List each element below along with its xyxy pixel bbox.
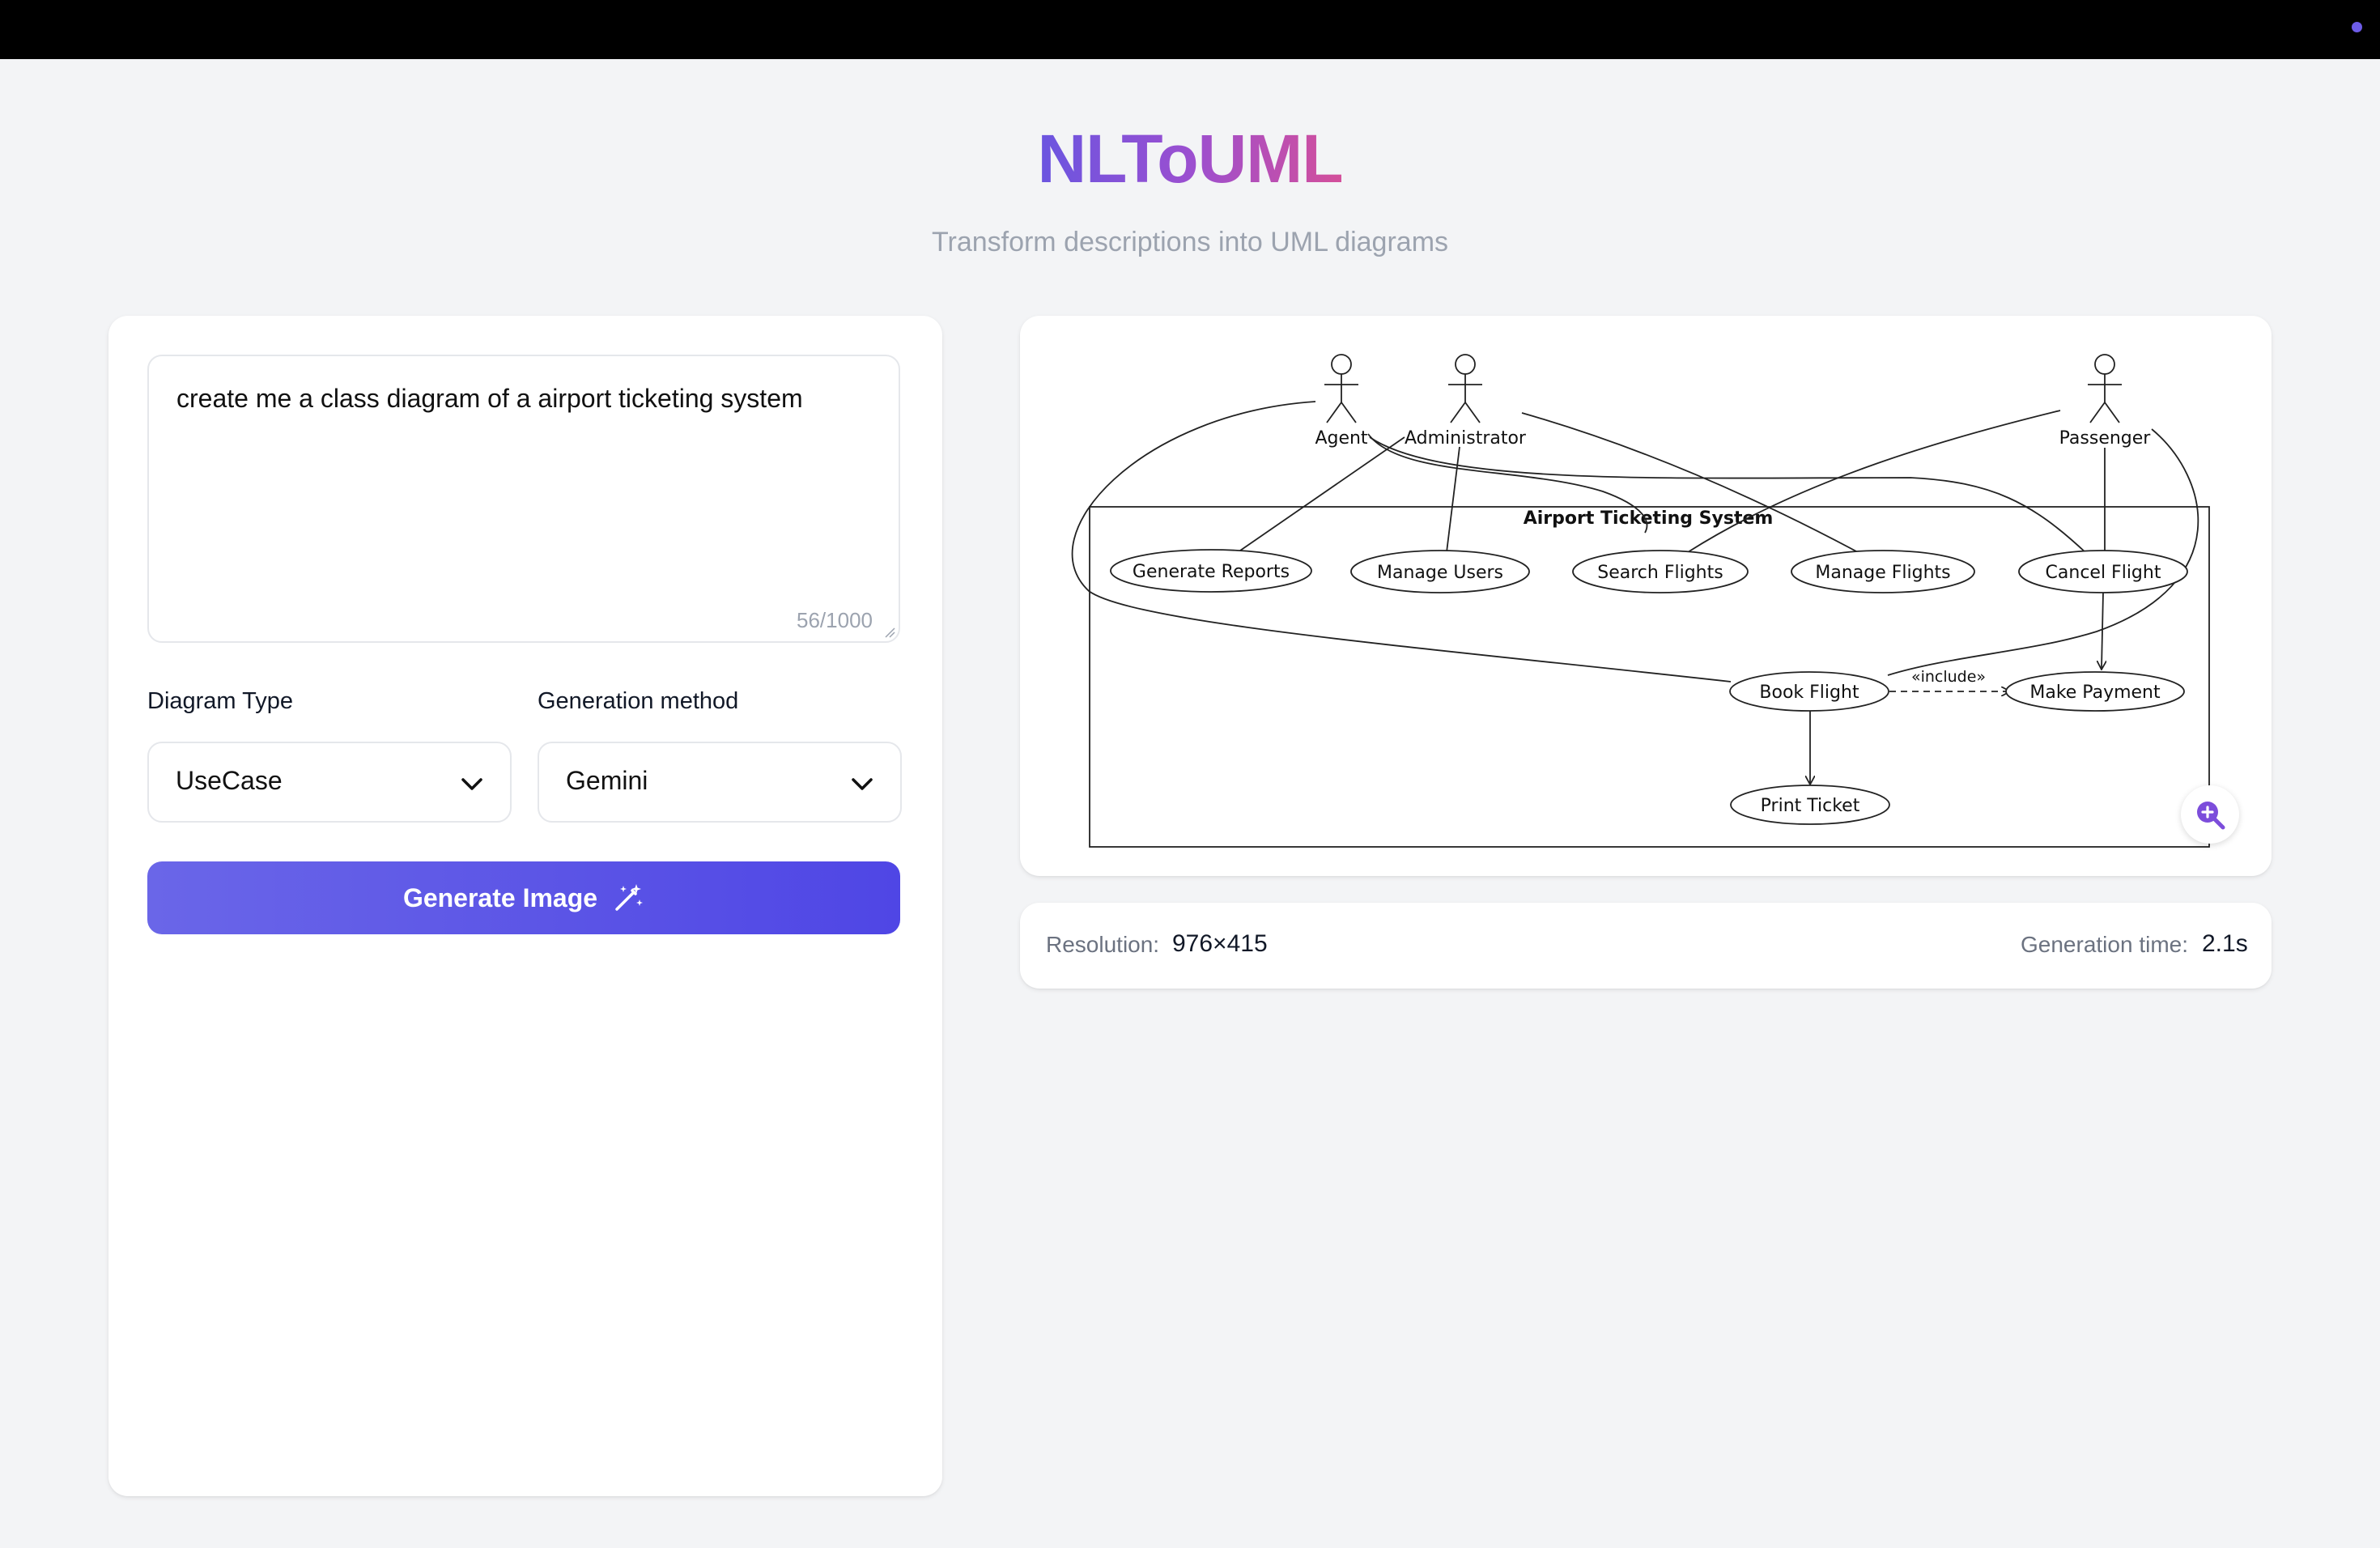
generation-info-bar: Resolution: 976×415 Generation time: 2.1… xyxy=(1020,903,2272,989)
svg-text:Print Ticket: Print Ticket xyxy=(1761,796,1860,816)
use-case-generate-reports: Generate Reports xyxy=(1110,549,1312,593)
resize-handle-icon[interactable] xyxy=(884,627,895,638)
use-case-manage-flights: Manage Flights xyxy=(1791,550,1975,593)
use-case-book-flight: Book Flight xyxy=(1729,671,1889,712)
status-dot xyxy=(2352,22,2362,32)
chevron-down-icon xyxy=(461,778,482,790)
character-count: 56/1000 xyxy=(797,608,873,632)
diagram-preview-panel: Airport Ticketing System Agent Administr… xyxy=(1020,316,2272,876)
use-case-make-payment: Make Payment xyxy=(2005,671,2185,712)
page-subtitle: Transform descriptions into UML diagrams xyxy=(931,227,1449,257)
page-title: NLToUML xyxy=(1037,121,1343,197)
use-case-print-ticket: Print Ticket xyxy=(1730,785,1890,825)
generate-image-button[interactable]: Generate Image xyxy=(147,861,900,934)
use-case-search-flights: Search Flights xyxy=(1572,550,1749,593)
zoom-in-button[interactable] xyxy=(2181,785,2239,844)
svg-text:Search Flights: Search Flights xyxy=(1597,563,1723,583)
svg-text:Generate Reports: Generate Reports xyxy=(1133,562,1290,582)
svg-text:Passenger: Passenger xyxy=(2059,428,2152,449)
use-case-manage-users: Manage Users xyxy=(1350,550,1530,593)
prompt-textarea[interactable]: create me a class diagram of a airport t… xyxy=(147,355,900,643)
use-case-cancel-flight: Cancel Flight xyxy=(2018,550,2188,593)
svg-text:Administrator: Administrator xyxy=(1405,428,1527,449)
magic-wand-icon xyxy=(615,884,644,911)
actor-administrator: Administrator xyxy=(1405,354,1527,449)
svg-text:Manage Users: Manage Users xyxy=(1377,563,1503,583)
generation-method-select[interactable]: Gemini xyxy=(538,742,902,823)
svg-text:Make Payment: Make Payment xyxy=(2029,683,2161,703)
svg-text:Book Flight: Book Flight xyxy=(1759,683,1859,703)
generation-time-label: Generation time: xyxy=(2021,932,2188,957)
resolution-label: Resolution: xyxy=(1046,932,1160,957)
svg-text:Cancel Flight: Cancel Flight xyxy=(2046,563,2161,583)
generation-method-value: Gemini xyxy=(566,766,648,795)
prompt-text[interactable]: create me a class diagram of a airport t… xyxy=(176,381,873,416)
diagram-type-label: Diagram Type xyxy=(147,688,293,714)
generation-method-label: Generation method xyxy=(538,688,739,714)
resolution-value: 976×415 xyxy=(1172,930,1268,957)
diagram-type-value: UseCase xyxy=(176,766,283,795)
actor-passenger: Passenger xyxy=(2059,354,2152,449)
zoom-in-icon xyxy=(2197,802,2225,830)
include-label: «include» xyxy=(1911,668,1986,686)
diagram-type-select[interactable]: UseCase xyxy=(147,742,512,823)
top-bar xyxy=(0,0,2380,59)
actor-agent: Agent xyxy=(1315,354,1368,449)
generation-time-value: 2.1s xyxy=(2202,930,2248,957)
svg-text:Agent: Agent xyxy=(1315,428,1367,449)
system-title: Airport Ticketing System xyxy=(1524,508,1774,529)
svg-text:Manage Flights: Manage Flights xyxy=(1815,563,1950,583)
generate-button-label: Generate Image xyxy=(402,882,598,912)
chevron-down-icon xyxy=(852,778,873,790)
input-panel: create me a class diagram of a airport t… xyxy=(108,316,942,1496)
uml-diagram: Airport Ticketing System Agent Administr… xyxy=(1071,354,2210,848)
